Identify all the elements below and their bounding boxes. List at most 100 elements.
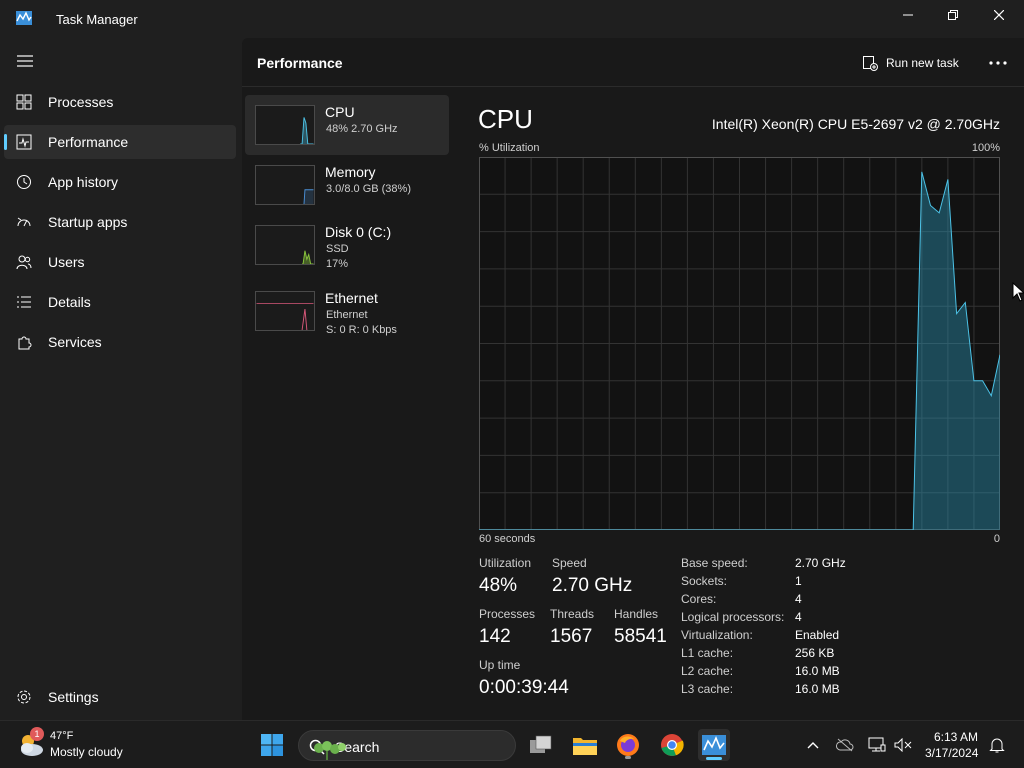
- stat-label-speed: Speed: [552, 556, 587, 570]
- chevron-up-icon: [807, 742, 819, 749]
- restore-button[interactable]: [930, 0, 976, 30]
- perf-item-ethernet[interactable]: Ethernet Ethernet S: 0 R: 0 Kbps: [245, 281, 449, 341]
- volume-button[interactable]: [893, 735, 913, 755]
- spec-key: L2 cache:: [681, 664, 734, 678]
- minimize-button[interactable]: [885, 0, 931, 30]
- sidebar-item-users[interactable]: Users: [4, 245, 236, 279]
- sidebar-item-label: Details: [48, 294, 91, 310]
- spec-value: 256 KB: [795, 646, 835, 660]
- grid-icon: [16, 94, 32, 110]
- sidebar-item-label: Processes: [48, 94, 114, 110]
- spec-key: Virtualization:: [681, 628, 753, 642]
- task-manager-taskbar-button[interactable]: [698, 729, 730, 761]
- perf-item-memory[interactable]: Memory 3.0/8.0 GB (38%): [245, 155, 449, 215]
- perf-item-disk[interactable]: Disk 0 (C:) SSD 17%: [245, 215, 449, 275]
- stat-label-handles: Handles: [614, 607, 659, 621]
- sidebar-item-startup-apps[interactable]: Startup apps: [4, 205, 236, 239]
- window-title: Task Manager: [56, 12, 138, 27]
- spec-value: Enabled: [795, 628, 840, 642]
- cpu-model-name: Intel(R) Xeon(R) CPU E5-2697 v2 @ 2.70GH…: [711, 116, 1000, 132]
- clock-time: 6:13 AM: [934, 730, 979, 744]
- pulse-icon: [16, 134, 32, 150]
- start-button[interactable]: [256, 729, 288, 761]
- task-view-button[interactable]: [525, 729, 557, 761]
- utilization-axis-label: % Utilization: [479, 142, 540, 154]
- onedrive-button[interactable]: [835, 735, 855, 755]
- volume-muted-icon: [894, 738, 912, 752]
- show-hidden-icons-button[interactable]: [803, 735, 823, 755]
- page-title: Performance: [257, 55, 343, 71]
- clock-date: 3/17/2024: [925, 746, 979, 760]
- perf-item-subtitle: 48% 2.70 GHz: [326, 123, 398, 135]
- title-bar[interactable]: Task Manager: [0, 0, 1024, 38]
- stat-value-handles: 58541: [614, 626, 667, 647]
- perf-item-subtitle: SSD: [326, 243, 349, 255]
- cpu-utilization-graph: [479, 157, 1000, 530]
- notification-badge: 1: [30, 727, 44, 741]
- puzzle-icon: [18, 336, 32, 350]
- gauge-icon: [17, 217, 31, 227]
- active-indicator: [4, 134, 7, 150]
- perf-item-title: Memory: [325, 164, 376, 180]
- run-task-icon: [863, 56, 878, 71]
- stat-value-processes: 142: [479, 626, 511, 647]
- cloud-offline-icon: [836, 738, 854, 752]
- time-span-label: 60 seconds: [479, 533, 536, 545]
- task-manager-icon: [702, 735, 726, 755]
- stat-label-processes: Processes: [479, 607, 536, 621]
- main-panel: Performance Run new task CPU 48% 2.70 GH…: [242, 38, 1024, 720]
- detail-heading: CPU: [478, 104, 533, 134]
- mouse-cursor-icon: [1012, 282, 1024, 302]
- taskbar-search-box[interactable]: Search: [298, 730, 516, 761]
- sidebar-item-label: Users: [48, 254, 85, 270]
- close-icon: [994, 10, 1004, 20]
- ethernet-mini-graph: [255, 291, 315, 331]
- file-explorer-button[interactable]: [569, 729, 601, 761]
- minimize-icon: [903, 14, 913, 16]
- perf-item-subtitle: 3.0/8.0 GB (38%): [326, 183, 411, 195]
- stat-label-threads: Threads: [550, 607, 595, 621]
- more-options-button[interactable]: [988, 52, 1008, 74]
- sidebar-item-performance[interactable]: Performance: [4, 125, 236, 159]
- spec-key: Cores:: [681, 592, 717, 606]
- close-button[interactable]: [976, 0, 1022, 30]
- clover-decoration-icon: [314, 741, 346, 760]
- spec-key: L3 cache:: [681, 682, 734, 696]
- stat-label-uptime: Up time: [479, 658, 521, 672]
- active-indicator: [706, 757, 722, 760]
- stat-value-threads: 1567: [550, 626, 593, 647]
- bell-icon: [989, 738, 1005, 753]
- perf-item-cpu[interactable]: CPU 48% 2.70 GHz: [245, 95, 449, 155]
- sidebar-item-processes[interactable]: Processes: [4, 85, 236, 119]
- sidebar-item-label: Services: [48, 334, 102, 350]
- spec-value: 16.0 MB: [795, 664, 840, 678]
- sidebar: Processes Performance App history Startu…: [0, 38, 242, 720]
- hamburger-menu-icon[interactable]: [14, 50, 36, 72]
- sidebar-item-settings[interactable]: Settings: [4, 680, 236, 714]
- perf-item-subtitle: S: 0 R: 0 Kbps: [326, 324, 397, 336]
- network-icon: [868, 737, 886, 752]
- notifications-button[interactable]: [987, 735, 1007, 755]
- spec-value: 4: [795, 592, 802, 606]
- spec-key: Sockets:: [681, 574, 728, 588]
- memory-mini-graph: [255, 165, 315, 205]
- run-new-task-button[interactable]: Run new task: [862, 52, 959, 74]
- network-button[interactable]: [867, 735, 887, 755]
- main-header: Performance Run new task: [242, 38, 1024, 87]
- stat-value-speed: 2.70 GHz: [552, 575, 633, 596]
- firefox-button[interactable]: [612, 729, 644, 761]
- sidebar-item-details[interactable]: Details: [4, 285, 236, 319]
- utilization-max-label: 100%: [971, 142, 1000, 154]
- sidebar-item-label: App history: [48, 174, 119, 190]
- sidebar-item-app-history[interactable]: App history: [4, 165, 236, 199]
- cpu-mini-graph: [255, 105, 315, 145]
- firefox-icon: [617, 734, 639, 756]
- sidebar-item-services[interactable]: Services: [4, 325, 236, 359]
- weather-description: Mostly cloudy: [50, 745, 123, 759]
- gear-icon: [17, 690, 31, 704]
- perf-item-title: Disk 0 (C:): [325, 224, 392, 240]
- chrome-button[interactable]: [656, 729, 688, 761]
- spec-key: Base speed:: [681, 556, 748, 570]
- stat-value-uptime: 0:00:39:44: [479, 677, 569, 698]
- spec-value: 4: [795, 610, 802, 624]
